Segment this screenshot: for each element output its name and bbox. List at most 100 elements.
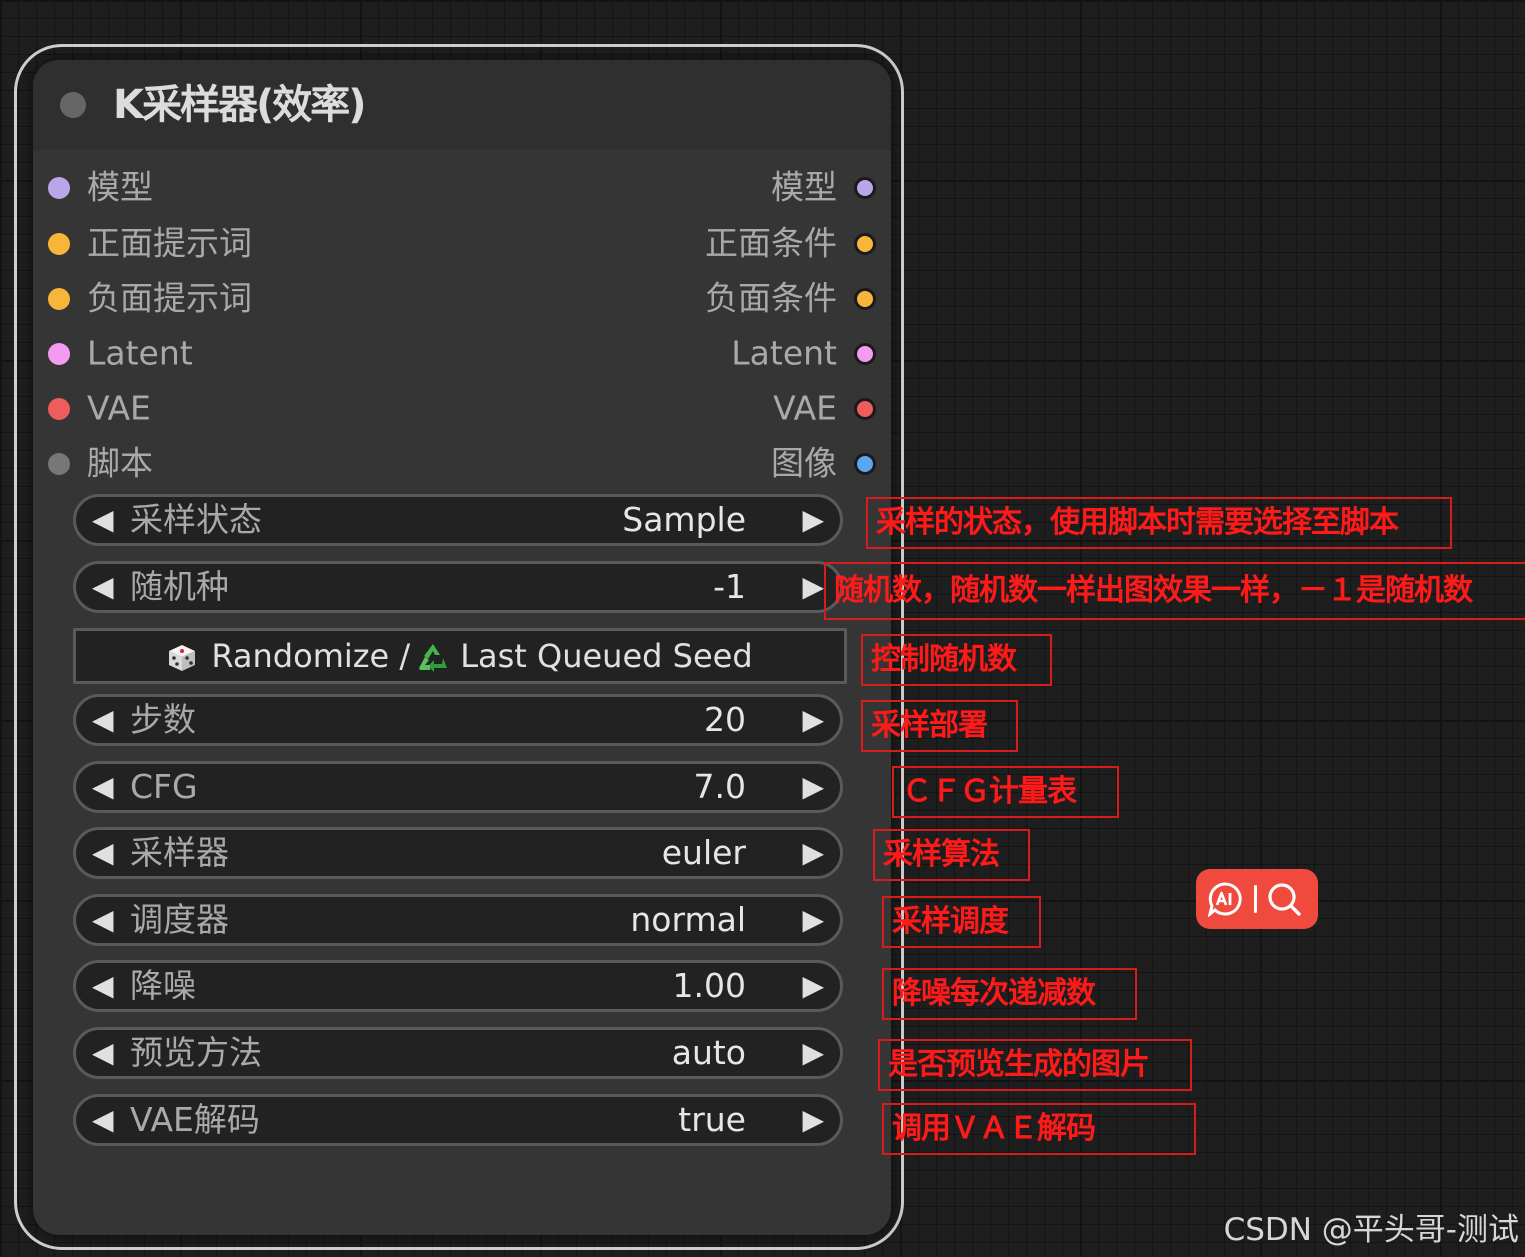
widget-vae-decode[interactable]: ◀ VAE解码 true ▶ [73,1094,843,1146]
output-slot-vae[interactable]: VAE [773,385,876,429]
randomize-label: Randomize / [211,637,411,675]
widget-label: VAE解码 [130,1100,260,1139]
increment-arrow-icon[interactable]: ▶ [802,1030,824,1076]
widget-sampler[interactable]: ◀ 采样器 euler ▶ [73,827,843,879]
decrement-arrow-icon[interactable]: ◀ [92,1030,114,1076]
slot-dot-icon[interactable] [48,232,70,255]
widget-value[interactable]: 1.00 [673,963,746,1009]
widget-label: 预览方法 [130,1033,262,1072]
increment-arrow-icon[interactable]: ▶ [802,497,824,543]
slot-dot-icon[interactable] [48,287,70,310]
node-title: K采样器(效率) [113,82,367,128]
watermark-text: CSDN @平头哥-测试 [1223,1212,1519,1248]
slot-dot-icon[interactable] [48,176,70,199]
slot-dot-icon[interactable] [854,397,876,420]
decrement-arrow-icon[interactable]: ◀ [92,1097,114,1143]
input-slot-positive[interactable]: 正面提示词 [48,220,252,264]
slot-label: 模型 [87,167,153,207]
widget-label: 采样器 [130,833,229,872]
annotation-denoise: 降噪每次递减数 [882,968,1137,1020]
slot-dot-icon[interactable] [854,342,876,365]
widget-value[interactable]: -1 [713,564,746,610]
widget-value[interactable]: auto [672,1030,746,1076]
increment-arrow-icon[interactable]: ▶ [802,897,824,943]
widget-value[interactable]: true [678,1097,746,1143]
widget-denoise[interactable]: ◀ 降噪 1.00 ▶ [73,960,843,1012]
output-slot-model[interactable]: 模型 [771,164,876,208]
increment-arrow-icon[interactable]: ▶ [802,963,824,1009]
increment-arrow-icon[interactable]: ▶ [802,697,824,743]
node-collapse-dot[interactable] [60,92,86,118]
slot-label: 模型 [771,167,837,207]
slot-label: 正面条件 [705,223,837,263]
slot-label: VAE [773,388,837,428]
slot-label: Latent [731,333,837,373]
seed-control-button[interactable]: Randomize / Last Queued Seed [73,628,847,684]
widget-value[interactable]: euler [662,830,746,876]
slot-label: 负面提示词 [87,278,252,318]
slot-label: VAE [87,388,151,428]
input-slot-latent[interactable]: Latent [48,330,193,374]
output-slot-positive[interactable]: 正面条件 [705,220,876,264]
slot-label: 负面条件 [705,278,837,318]
widget-sampler-state[interactable]: ◀ 采样状态 Sample ▶ [73,494,843,546]
annotation-cfg: ＣＦＧ计量表 [892,766,1119,818]
widget-preview-method[interactable]: ◀ 预览方法 auto ▶ [73,1027,843,1079]
widget-scheduler[interactable]: ◀ 调度器 normal ▶ [73,894,843,946]
output-slot-image[interactable]: 图像 [771,440,876,484]
annotation-seed-control: 控制随机数 [861,634,1052,686]
increment-arrow-icon[interactable]: ▶ [802,564,824,610]
dice-icon [169,645,196,671]
last-queued-seed-label: Last Queued Seed [460,637,753,675]
annotation-sampler-state: 采样的状态，使用脚本时需要选择至脚本 [866,497,1452,549]
widget-seed[interactable]: ◀ 随机种 -1 ▶ [73,561,843,613]
widget-label: CFG [130,767,198,806]
input-slot-vae[interactable]: VAE [48,385,151,429]
slot-dot-icon[interactable] [48,397,70,420]
slot-dot-icon[interactable] [854,452,876,475]
ksampler-node[interactable]: K采样器(效率) 模型 正面提示词 负面提示词 Latent VAE 脚本 模型… [33,60,891,1235]
slot-dot-icon[interactable] [854,176,876,199]
annotation-scheduler: 采样调度 [882,896,1041,948]
decrement-arrow-icon[interactable]: ◀ [92,564,114,610]
increment-arrow-icon[interactable]: ▶ [802,830,824,876]
decrement-arrow-icon[interactable]: ◀ [92,764,114,810]
output-slot-latent[interactable]: Latent [731,330,876,374]
output-slot-negative[interactable]: 负面条件 [705,275,876,319]
widget-value[interactable]: Sample [622,497,746,543]
search-icon[interactable] [1266,881,1302,917]
slot-label: 脚本 [87,443,153,483]
recycle-icon [419,644,448,672]
widget-value[interactable]: 7.0 [694,764,746,810]
decrement-arrow-icon[interactable]: ◀ [92,497,114,543]
widget-label: 步数 [130,700,196,739]
slot-label: 图像 [771,443,837,483]
widget-label: 随机种 [130,567,229,606]
input-slot-model[interactable]: 模型 [48,164,153,208]
slot-dot-icon[interactable] [854,287,876,310]
widget-label: 调度器 [130,900,229,939]
slot-dot-icon[interactable] [48,452,70,475]
decrement-arrow-icon[interactable]: ◀ [92,697,114,743]
slot-dot-icon[interactable] [48,342,70,365]
ai-toolbar[interactable] [1196,869,1318,929]
decrement-arrow-icon[interactable]: ◀ [92,830,114,876]
widget-label: 采样状态 [130,500,262,539]
input-slot-negative[interactable]: 负面提示词 [48,275,252,319]
decrement-arrow-icon[interactable]: ◀ [92,897,114,943]
input-slot-script[interactable]: 脚本 [48,440,153,484]
increment-arrow-icon[interactable]: ▶ [802,1097,824,1143]
decrement-arrow-icon[interactable]: ◀ [92,963,114,1009]
node-header[interactable]: K采样器(效率) [33,60,891,150]
annotation-steps: 采样部署 [861,700,1018,752]
widget-value[interactable]: 20 [704,697,746,743]
widget-steps[interactable]: ◀ 步数 20 ▶ [73,694,843,746]
increment-arrow-icon[interactable]: ▶ [802,764,824,810]
ai-assistant-icon[interactable] [1207,881,1243,917]
toolbar-divider [1254,885,1257,913]
slot-label: Latent [87,333,193,373]
slot-dot-icon[interactable] [854,232,876,255]
widget-cfg[interactable]: ◀ CFG 7.0 ▶ [73,761,843,813]
widget-label: 降噪 [130,966,196,1005]
widget-value[interactable]: normal [630,897,746,943]
